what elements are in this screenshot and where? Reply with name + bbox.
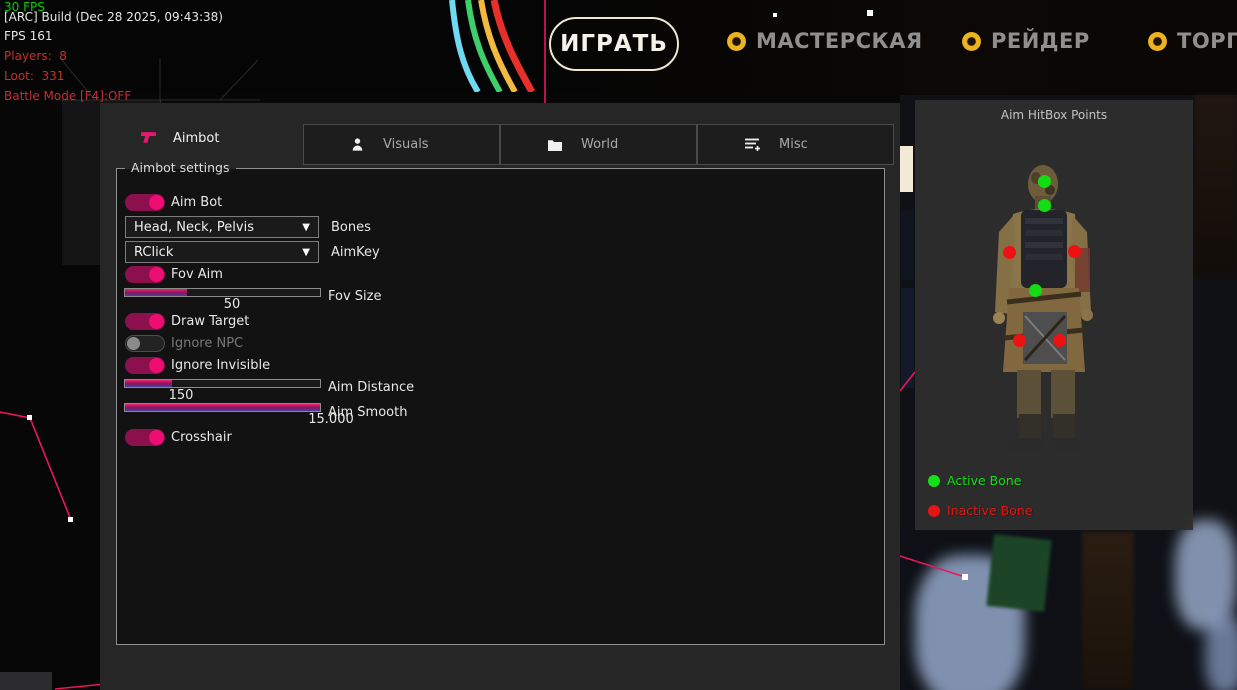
hud-build-info: [ARC] Build (Dec 28 2025, 09:43:38) [4,11,223,24]
hud-fps-counter: FPS 161 [4,30,52,43]
hitbox-point-pelvis [1029,284,1042,297]
hitbox-point-left-knee [1013,334,1026,347]
bones-dropdown-value: Head, Neck, Pelvis [134,220,254,235]
coin-icon [727,32,746,51]
draw-target-label: Draw Target [171,314,249,329]
crosshair-label: Crosshair [171,430,232,445]
aim-smooth-label: Aim Smooth [328,405,407,420]
ignore-invisible-label: Ignore Invisible [171,358,270,373]
slider-fill [125,289,187,296]
legend-inactive-bone: Inactive Bone [928,503,1032,518]
play-button[interactable]: ИГРАТЬ [549,17,679,71]
fov-size-label: Fov Size [328,289,381,304]
ignore-npc-label: Ignore NPC [171,336,243,351]
menu-item-trade[interactable]: ТОРГО [1148,29,1237,53]
tab-misc[interactable]: Misc [697,124,894,165]
legend-label: Inactive Bone [947,503,1032,518]
folder-icon [547,138,563,152]
active-bone-dot [928,475,940,487]
aimkey-label: AimKey [331,245,380,260]
aimbot-settings-group: Aimbot settings Aim Bot Head, Neck, Pelv… [116,168,885,645]
chevron-down-icon: ▼ [302,222,310,233]
tab-visuals[interactable]: Visuals [303,124,500,165]
hitbox-point-head [1038,175,1051,188]
ignore-invisible-toggle[interactable] [125,357,165,374]
aim-distance-slider[interactable] [124,379,321,388]
menu-item-workshop[interactable]: МАСТЕРСКАЯ [727,29,923,53]
hitbox-point-right-arm [1068,245,1081,258]
aimbot-settings-title: Aimbot settings [125,160,236,175]
slider-fill [125,380,172,387]
hud-battle-mode: Battle Mode [F4]:OFF [4,90,131,103]
hitbox-point-neck [1038,199,1051,212]
chevron-down-icon: ▼ [302,247,310,258]
draw-target-toggle[interactable] [125,313,165,330]
fov-aim-label: Fov Aim [171,267,223,282]
toggle-knob [149,430,164,445]
fov-size-slider[interactable] [124,288,321,297]
coin-icon [962,32,981,51]
pistol-icon [140,131,157,146]
toggle-knob [127,337,140,350]
coin-icon [1148,32,1167,51]
hitbox-points-layer [915,100,1193,530]
ignore-npc-toggle[interactable] [125,335,165,352]
menu-item-label: МАСТЕРСКАЯ [756,29,923,53]
aim-distance-value: 150 [151,388,211,403]
hitbox-point-right-knee [1053,334,1066,347]
bones-dropdown[interactable]: Head, Neck, Pelvis ▼ [125,216,319,238]
menu-item-label: ТОРГО [1177,29,1237,53]
legend-active-bone: Active Bone [928,473,1021,488]
hud-players-count: Players: 8 [4,50,67,63]
toggle-knob [149,358,164,373]
screen: 30 FPS [ARC] Build (Dec 28 2025, 09:43:3… [0,0,1237,690]
tab-aimbot[interactable]: Aimbot [140,131,219,146]
aim-bot-toggle[interactable] [125,194,165,211]
legend-label: Active Bone [947,473,1021,488]
filter-icon [744,137,761,152]
menu-item-raider[interactable]: РЕЙДЕР [962,29,1090,53]
aim-bot-label: Aim Bot [171,195,222,210]
toggle-knob [149,314,164,329]
aimkey-dropdown-value: RClick [134,245,173,260]
tab-label: Visuals [383,137,429,152]
tab-label: Misc [779,137,808,152]
tab-label: World [581,137,618,152]
crosshair-toggle[interactable] [125,429,165,446]
menu-item-label: РЕЙДЕР [991,29,1090,53]
aim-smooth-slider[interactable] [124,403,321,412]
cheat-menu-panel: Aimbot Visuals World Misc [100,103,900,690]
tab-world[interactable]: World [500,124,697,165]
aim-distance-label: Aim Distance [328,380,414,395]
fov-size-value: 50 [202,297,262,312]
hitbox-panel: Aim HitBox Points [915,100,1193,530]
fov-aim-toggle[interactable] [125,266,165,283]
slider-fill [125,404,320,411]
toggle-knob [149,267,164,282]
person-icon [350,137,365,152]
aimkey-dropdown[interactable]: RClick ▼ [125,241,319,263]
inactive-bone-dot [928,505,940,517]
bones-label: Bones [331,220,371,235]
hud-loot-count: Loot: 331 [4,70,64,83]
play-button-label: ИГРАТЬ [560,31,668,57]
tab-label: Aimbot [173,131,219,146]
toggle-knob [149,195,164,210]
hitbox-point-left-arm [1003,246,1016,259]
